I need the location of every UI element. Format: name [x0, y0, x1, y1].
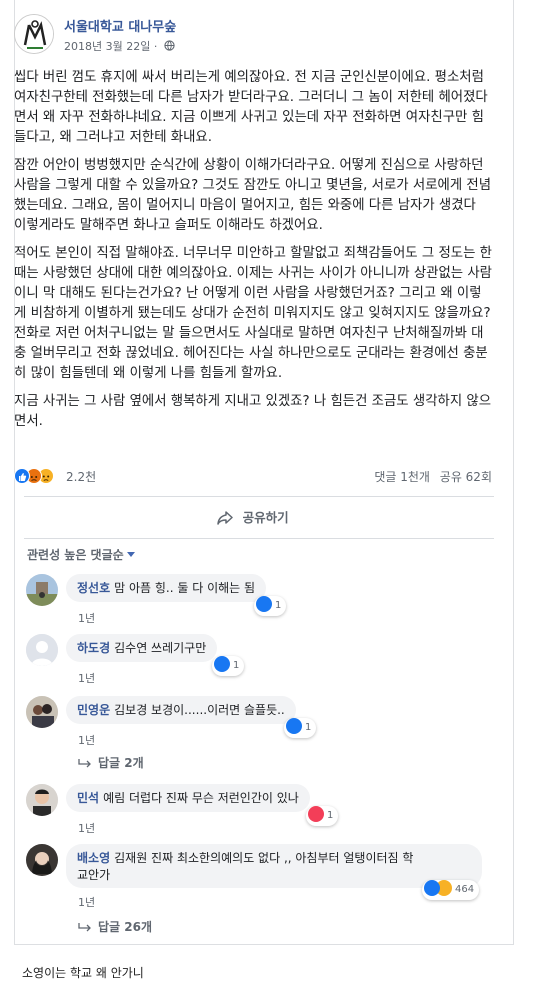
page-avatar[interactable]: [14, 14, 54, 54]
like-icon: [256, 596, 272, 612]
comment-bubble: 배소영 김재원 진짜 최소한의예의도 없다 ,, 아침부터 얼탱이터짐 학 교안가: [66, 844, 482, 888]
post-date-text[interactable]: 2018년 3월 22일 ·: [64, 40, 157, 53]
comment-reaction-badge[interactable]: 464: [422, 880, 480, 900]
comment-item: 민석 예림 더럽다 진짜 무슨 저런인간이 있나 1 1년: [26, 784, 496, 836]
comment-sort-label: 관련성 높은 댓글순: [27, 548, 124, 562]
like-icon: [286, 718, 302, 734]
post-paragraph: 적어도 본인이 직접 말해야죠. 너무너무 미안하고 할말없고 죄책감들어도 그…: [14, 246, 492, 381]
comment-reaction-badge[interactable]: 1: [254, 596, 287, 616]
avatar[interactable]: [26, 574, 58, 606]
comment-text: 김수연 쓰레기구만: [114, 641, 207, 655]
comment-text: 예림 더럽다 진짜 무슨 저런인간이 있나: [103, 791, 299, 805]
comment-bubble: 하도경 김수연 쓰레기구만: [66, 634, 218, 662]
share-button[interactable]: 공유하기: [14, 504, 492, 532]
page-name[interactable]: 서울대학교 대나무숲: [64, 16, 176, 35]
post-header: 서울대학교 대나무숲 2018년 3월 22일 ·: [14, 14, 474, 58]
comment-share-counts: 댓글 1천개 공유 62회: [374, 468, 492, 485]
comment-item: 배소영 김재원 진짜 최소한의예의도 없다 ,, 아침부터 얼탱이터짐 학 교안가…: [26, 844, 496, 936]
comment-text: 교안가: [77, 868, 111, 882]
bamboo-logo-icon: [15, 15, 53, 53]
divider: [24, 496, 494, 497]
comment-author[interactable]: 정선호: [77, 581, 110, 595]
avatar[interactable]: [26, 844, 58, 876]
comment-reaction-count: 1: [275, 600, 282, 611]
like-icon: [14, 468, 30, 484]
comment-reaction-count: 464: [455, 884, 475, 895]
post-paragraph: 씹다 버린 껌도 휴지에 싸서 버리는게 예의잖아요. 전 지금 군인신분이에요…: [14, 70, 488, 145]
like-icon: [424, 880, 440, 896]
reaction-count[interactable]: 2.2천: [66, 468, 96, 485]
post-paragraph: 지금 사귀는 그 사람 옆에서 행복하게 지내고 있겠죠? 나 힘든건 조금도 …: [14, 394, 492, 429]
comment-time[interactable]: 1년: [78, 670, 95, 686]
replies-label: 답글 2개: [98, 756, 144, 770]
comment-count[interactable]: 댓글 1천개: [374, 470, 430, 484]
like-icon: [214, 656, 230, 672]
comment-time[interactable]: 1년: [78, 894, 95, 910]
post-paragraph: 잠깐 어안이 벙벙했지만 순식간에 상황이 이해가더라구요. 어떻게 진심으로 …: [14, 158, 492, 233]
reply-arrow-icon: [78, 759, 91, 768]
comment-reaction-badge[interactable]: 1: [212, 656, 245, 676]
comment-author[interactable]: 하도경: [77, 641, 110, 655]
post-date[interactable]: 2018년 3월 22일 ·: [64, 38, 175, 54]
comment-reaction-badge[interactable]: 1: [306, 806, 339, 826]
divider: [24, 538, 494, 539]
comment-text: 김보경 보경이......이러면 슬플듯..: [114, 703, 285, 717]
comment-bubble: 민영운 김보경 보경이......이러면 슬플듯..: [66, 696, 296, 724]
love-icon: [308, 806, 324, 822]
reply-arrow-icon: [78, 923, 91, 932]
comment-time[interactable]: 1년: [78, 732, 95, 748]
comment-author[interactable]: 민영운: [77, 703, 110, 717]
comment-time[interactable]: 1년: [78, 820, 95, 836]
post-body: 씹다 버린 껌도 휴지에 싸서 버리는게 예의잖아요. 전 지금 군인신분이에요…: [14, 68, 492, 440]
reactions-bar: 2.2천 댓글 1천개 공유 62회: [14, 466, 492, 488]
comment-reaction-count: 1: [305, 722, 312, 733]
comment-item: 하도경 김수연 쓰레기구만 1 1년: [26, 634, 496, 686]
replies-label: 답글 26개: [98, 920, 152, 934]
comment-bubble: 정선호 맘 아픔 힝.. 둘 다 이해는 됨: [66, 574, 267, 602]
comment-time[interactable]: 1년: [78, 610, 95, 626]
share-count[interactable]: 공유 62회: [440, 470, 492, 484]
comment-sort-dropdown[interactable]: 관련성 높은 댓글순: [27, 546, 135, 563]
caret-down-icon: [126, 552, 135, 557]
comment-bubble: 민석 예림 더럽다 진짜 무슨 저런인간이 있나: [66, 784, 310, 812]
comment-text: 맘 아픔 힝.. 둘 다 이해는 됨: [114, 581, 256, 595]
view-replies-link[interactable]: 답글 26개: [78, 918, 152, 935]
view-replies-link[interactable]: 답글 2개: [78, 754, 144, 771]
comment-item: 민영운 김보경 보경이......이러면 슬플듯.. 1 1년 답글 2개: [26, 696, 496, 776]
share-arrow-icon: [217, 511, 234, 525]
comment-author[interactable]: 배소영: [77, 851, 110, 865]
comment-text: 김재원 진짜 최소한의예의도 없다 ,, 아침부터 얼탱이터짐 학: [114, 851, 414, 865]
comment-reaction-count: 1: [233, 660, 240, 671]
comment-item: 정선호 맘 아픔 힝.. 둘 다 이해는 됨 1 1년: [26, 574, 496, 626]
comment-author[interactable]: 민석: [77, 791, 99, 805]
comment-reaction-badge[interactable]: 1: [284, 718, 317, 738]
avatar[interactable]: [26, 634, 58, 666]
avatar[interactable]: [26, 784, 58, 816]
caption-text: 소영이는 학교 왜 안가니: [22, 966, 144, 980]
share-label: 공유하기: [242, 510, 289, 525]
avatar[interactable]: [26, 696, 58, 728]
globe-icon: [164, 40, 175, 51]
comment-reaction-count: 1: [327, 810, 334, 821]
